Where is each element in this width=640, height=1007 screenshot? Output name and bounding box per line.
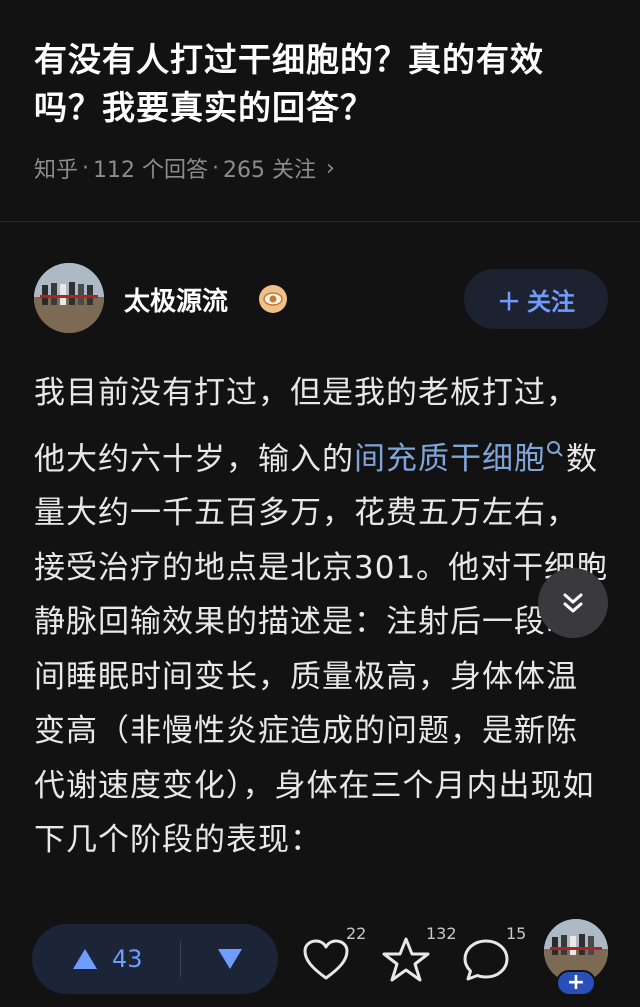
author-avatar[interactable]: [34, 263, 104, 333]
follower-count: 265 关注: [223, 158, 317, 183]
eye-icon: [259, 285, 287, 313]
author-name[interactable]: 太极源流: [124, 281, 228, 318]
question-title[interactable]: 有没有人打过干细胞的？真的有效吗？我要真实的回答？: [34, 36, 594, 132]
question-meta[interactable]: 知乎 · 112 个回答 · 265 关注 ›: [34, 152, 335, 184]
favorite-button[interactable]: [380, 934, 432, 986]
comment-button[interactable]: [460, 934, 512, 986]
follow-button[interactable]: ＋ 关注: [464, 269, 608, 329]
vote-group: 43: [32, 924, 278, 994]
answer-text-end: 数量大约一千五百多万，花费五万左右，接受治疗的地点是北京301。他对干细胞静脉回…: [34, 440, 609, 859]
plus-icon: ＋: [497, 287, 521, 316]
chevron-right-icon: ›: [326, 155, 335, 181]
triangle-down-icon: [217, 949, 242, 969]
upvote-count: 43: [112, 945, 143, 973]
like-count: 22: [346, 924, 367, 943]
star-icon: [382, 937, 430, 982]
follow-label: 关注: [527, 287, 575, 316]
double-chevron-down-icon: [563, 593, 583, 613]
like-button[interactable]: [300, 934, 352, 986]
keyword-link-text: 间充质干细胞: [354, 440, 546, 477]
heart-icon: [303, 939, 349, 980]
upvote-button[interactable]: 43: [32, 924, 180, 994]
source-label: 知乎: [34, 158, 79, 183]
follow-plus-icon[interactable]: +: [556, 970, 596, 996]
scroll-down-button[interactable]: [538, 568, 608, 638]
search-icon: [546, 421, 564, 476]
comment-bubble-icon: [463, 939, 509, 981]
author-row: 太极源流 ＋ 关注: [34, 263, 610, 335]
question-header: 有没有人打过干细胞的？真的有效吗？我要真实的回答？ 知乎 · 112 个回答 ·…: [0, 0, 640, 222]
answer-count: 112 个回答: [93, 158, 209, 183]
answer-content: 我目前没有打过，但是我的老板打过，他大约六十岁，输入的间充质干细胞 数量大约一千五…: [34, 366, 609, 868]
comment-count: 15: [506, 924, 527, 943]
downvote-button[interactable]: [181, 924, 278, 994]
keyword-link[interactable]: 间充质干细胞: [354, 440, 566, 477]
triangle-up-icon: [73, 949, 97, 969]
favorite-count: 132: [426, 924, 457, 943]
